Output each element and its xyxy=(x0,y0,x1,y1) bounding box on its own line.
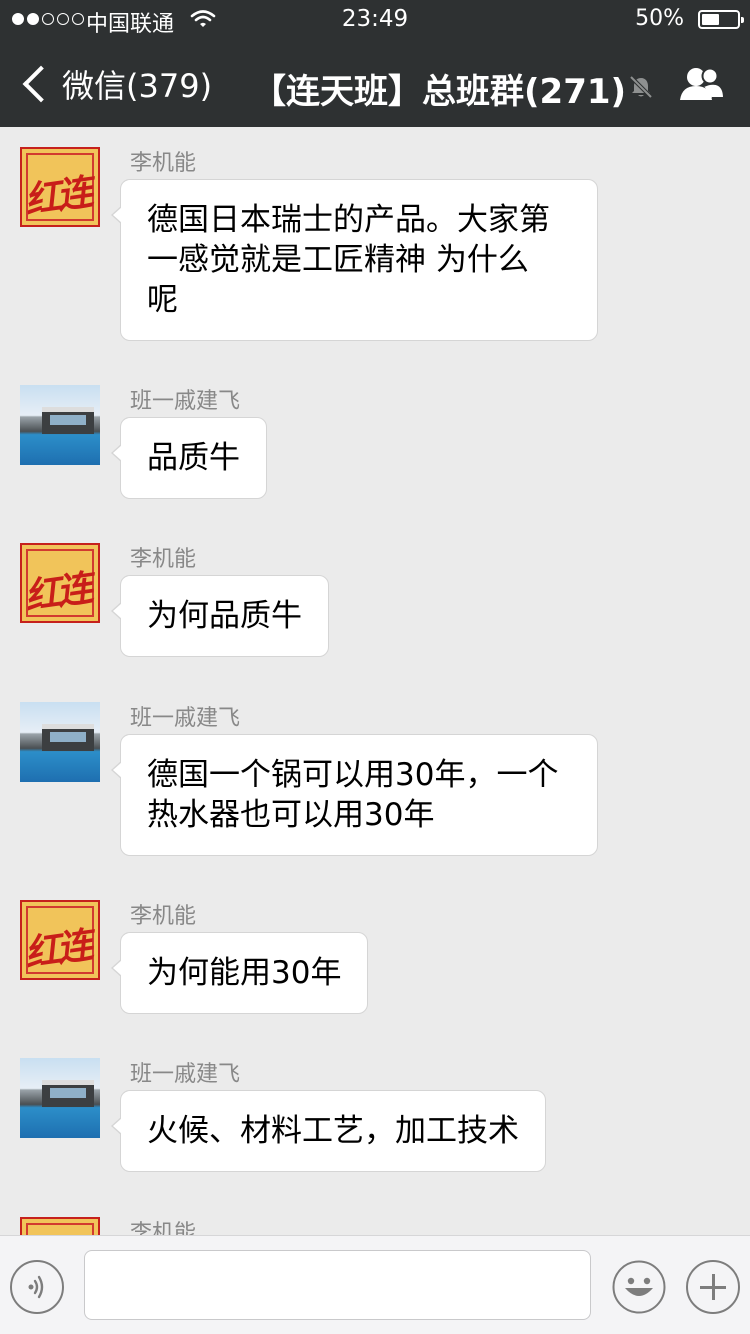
nav-bar: 微信(379) 【连天班】总班群(271) xyxy=(0,40,750,127)
input-bar xyxy=(0,1235,750,1334)
avatar-li-jineng[interactable]: 红连天 xyxy=(20,543,100,623)
message-line: 为何品质牛 xyxy=(147,598,302,634)
message-line: 火候、材料工艺，加工技术 xyxy=(147,1113,519,1149)
emoji-icon xyxy=(612,1260,666,1314)
message-bubble[interactable]: 德国日本瑞士的产品。大家第 一感觉就是工匠精神 为什么 呢 xyxy=(111,179,598,341)
message-bubble[interactable]: 火候、材料工艺，加工技术 xyxy=(111,1090,546,1172)
avatar-li-jineng[interactable]: 红连天 xyxy=(20,900,100,980)
message-line: 一感觉就是工匠精神 为什么 xyxy=(147,242,529,278)
back-chevron-icon xyxy=(22,65,60,103)
status-bar: 中国联通 23:49 50% xyxy=(0,0,750,40)
plus-button[interactable] xyxy=(686,1260,740,1314)
message-bubble[interactable]: 品质牛 xyxy=(111,417,267,499)
villa-window xyxy=(50,415,86,425)
sender-name: 李机能 xyxy=(130,904,197,929)
avatar-seal-text: 红连天 xyxy=(22,171,92,222)
emoji-button[interactable] xyxy=(612,1260,666,1314)
chat-message-list[interactable]: 红连天 李机能 德国日本瑞士的产品。大家第 一感觉就是工匠精神 为什么 呢 班一… xyxy=(0,127,750,1235)
message-line: 德国一个锅可以用30年，一个 xyxy=(147,757,559,793)
battery-icon xyxy=(698,10,744,29)
sender-name: 李机能 xyxy=(130,547,197,572)
voice-button[interactable] xyxy=(10,1260,64,1314)
sender-name: 李机能 xyxy=(130,151,197,176)
message-bubble[interactable]: 德国一个锅可以用30年，一个 热水器也可以用30年 xyxy=(111,734,598,856)
voice-icon xyxy=(28,1275,44,1299)
battery-tip xyxy=(741,17,744,23)
message-line: 德国日本瑞士的产品。大家第 xyxy=(147,202,550,238)
battery-percentage: 50% xyxy=(635,6,684,31)
avatar-seal-text: 红连天 xyxy=(22,567,92,618)
villa-window xyxy=(50,1088,86,1098)
message-bubble[interactable]: 为何能用30年 xyxy=(110,932,369,1014)
sender-name: 班一戚建飞 xyxy=(130,389,241,414)
avatar-seal-text: 红连天 xyxy=(22,924,92,975)
avatar-li-jineng[interactable]: 红连天 xyxy=(20,147,100,227)
villa-window xyxy=(50,732,86,742)
message-line: 热水器也可以用30年 xyxy=(147,797,435,833)
mute-bell-icon xyxy=(629,75,653,99)
top-bar: 中国联通 23:49 50% 微信(379) 【连天班】总班群(271) xyxy=(0,0,750,127)
avatar-ban-qi[interactable] xyxy=(20,702,100,782)
message-bubble[interactable]: 为何品质牛 xyxy=(111,575,329,657)
avatar-ban-qi[interactable] xyxy=(20,1058,100,1138)
group-members-icon[interactable] xyxy=(678,66,726,102)
message-line: 为何能用30年 xyxy=(147,955,342,991)
sender-name: 班一戚建飞 xyxy=(130,1062,241,1087)
avatar-ban-qi[interactable] xyxy=(20,385,100,465)
message-line: 品质牛 xyxy=(147,440,240,476)
back-label: 微信(379) xyxy=(62,67,213,105)
battery-fill xyxy=(702,14,719,25)
chat-title: 【连天班】总班群(271) xyxy=(252,72,627,112)
back-button[interactable]: 微信(379) xyxy=(18,62,212,106)
message-line: 呢 xyxy=(147,282,178,318)
sender-name: 李机能 xyxy=(130,1221,197,1235)
avatar-li-jineng[interactable]: 红连天 xyxy=(20,1217,100,1235)
sender-name: 班一戚建飞 xyxy=(130,706,241,731)
message-input[interactable] xyxy=(84,1250,591,1320)
